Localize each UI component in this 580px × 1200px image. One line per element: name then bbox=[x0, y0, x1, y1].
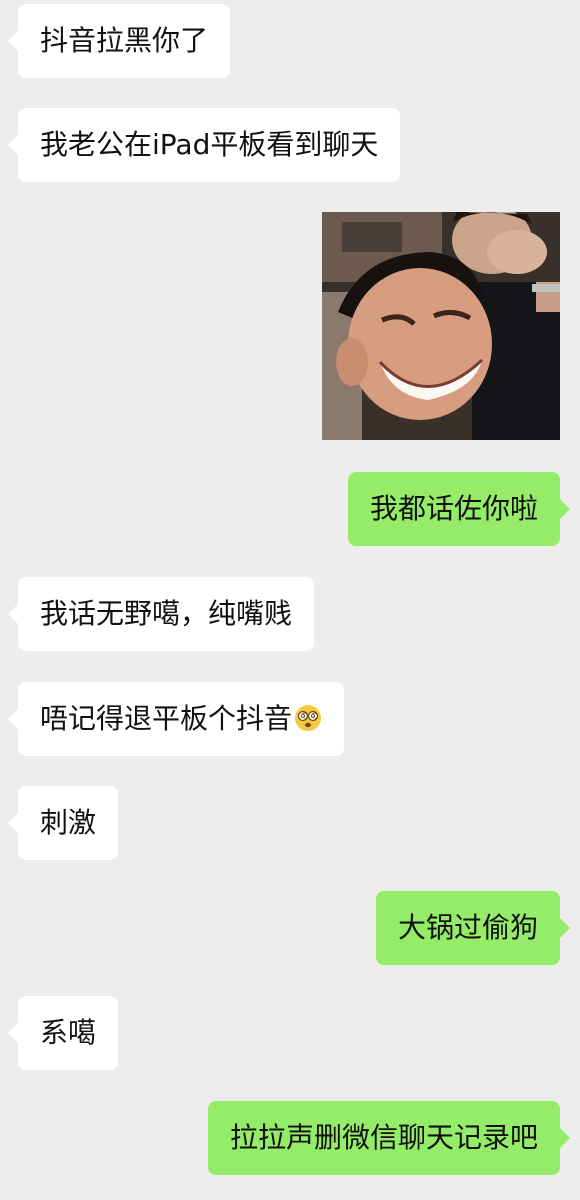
laughing-men-photo bbox=[322, 212, 560, 440]
dizzy-face-icon bbox=[294, 686, 322, 731]
message-bubble[interactable]: 我都话佐你啦 bbox=[347, 472, 571, 546]
message-bubble[interactable]: 抖音拉黑你了 bbox=[7, 4, 231, 78]
message-text: 我话无野噶，纯嘴贱 bbox=[40, 597, 293, 630]
message-text: 我老公在iPad平板看到聊天 bbox=[40, 128, 379, 161]
message-text: 抖音拉黑你了 bbox=[40, 24, 209, 57]
message-bubble[interactable]: 大锅过偷狗 bbox=[375, 891, 571, 965]
message-bubble[interactable]: 系噶 bbox=[7, 996, 119, 1070]
chat-history: 抖音拉黑你了 我老公在iPad平板看到聊天 我都话佐你啦 我话无野噶，纯嘴贱 唔… bbox=[0, 0, 580, 1200]
sticker-image[interactable] bbox=[322, 212, 560, 440]
message-text: 大锅过偷狗 bbox=[397, 911, 538, 944]
message-text: 我都话佐你啦 bbox=[369, 492, 538, 525]
message-text: 刺激 bbox=[40, 806, 97, 839]
message-bubble[interactable]: 刺激 bbox=[7, 786, 119, 860]
message-text: 拉拉声删微信聊天记录吧 bbox=[229, 1121, 538, 1154]
message-bubble[interactable]: 拉拉声删微信聊天记录吧 bbox=[207, 1101, 571, 1175]
message-bubble[interactable]: 唔记得退平板个抖音 bbox=[7, 682, 345, 756]
message-text: 系噶 bbox=[40, 1016, 97, 1049]
message-text: 唔记得退平板个抖音 bbox=[40, 702, 293, 735]
message-bubble[interactable]: 我老公在iPad平板看到聊天 bbox=[7, 108, 401, 182]
message-bubble[interactable]: 我话无野噶，纯嘴贱 bbox=[7, 577, 315, 651]
